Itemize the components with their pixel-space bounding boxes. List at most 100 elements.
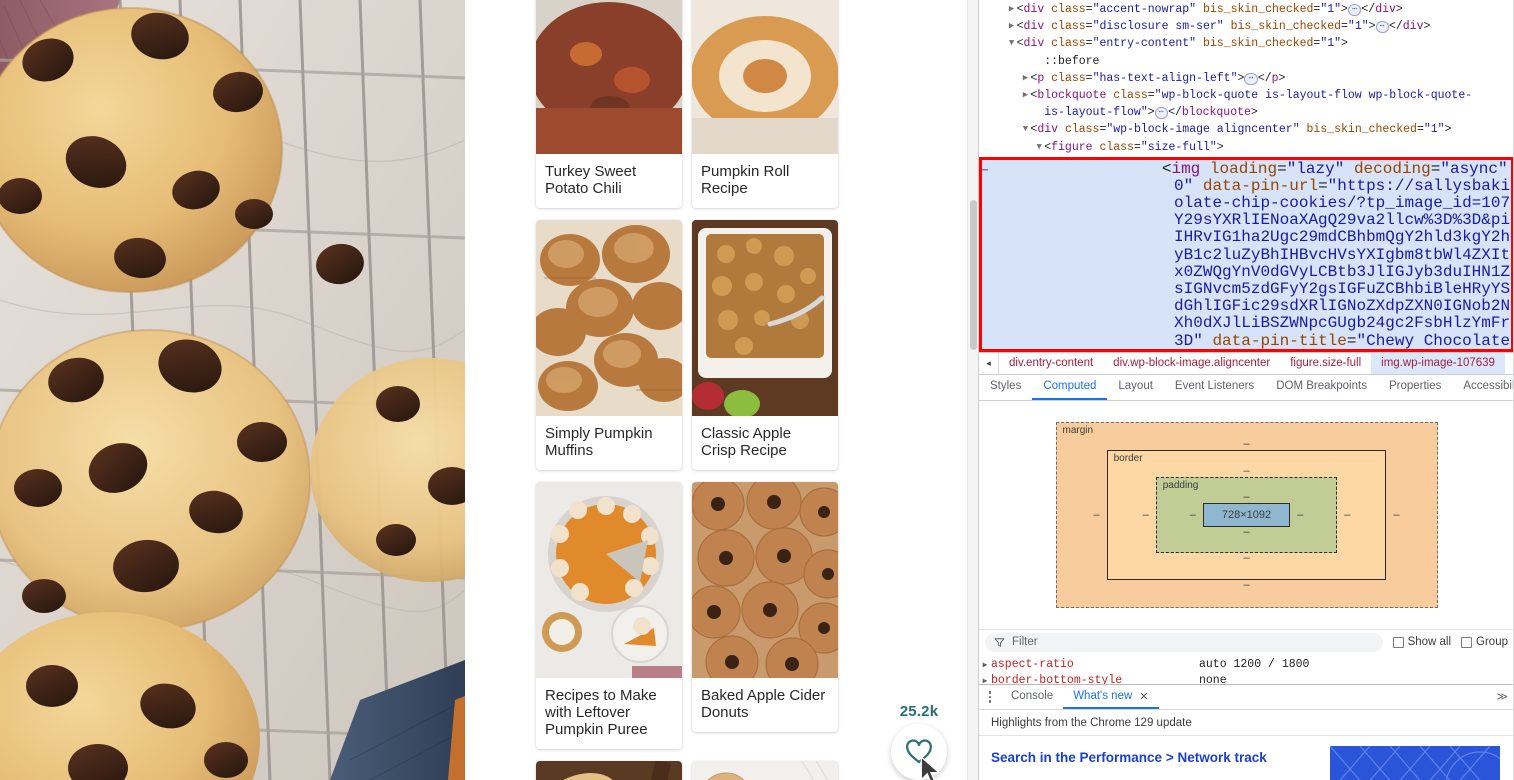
breadcrumb-scroll-left-button[interactable]: ◂ [979,352,999,374]
pin-card-image[interactable] [536,482,682,678]
dom-tree-row[interactable]: ::before [979,53,1514,70]
dom-tree-row[interactable]: <blockquote class="wp-block-quote is-lay… [979,87,1514,104]
breadcrumb-item[interactable]: img.wp-image-107639 [1371,352,1505,374]
pin-card-image[interactable] [536,761,682,780]
pin-card-image[interactable] [692,761,838,780]
pin-card[interactable]: Simply Pumpkin Muffins [536,220,682,470]
dom-tree-row[interactable]: <p class="has-text-align-left">⋯</p> [979,70,1514,87]
margin-bottom-value[interactable]: – [1087,579,1407,591]
selected-node-line[interactable]: IHRvIG1ha2Ugc29mdCBhbmQgY2hld3kgY2hvY29s… [982,228,1511,245]
close-icon[interactable]: ✕ [1139,690,1148,703]
tab-styles[interactable]: Styles [979,375,1032,400]
selected-node-line[interactable]: 0" data-pin-url="https://sallysbakingadd… [982,177,1511,194]
box-model-padding[interactable]: padding – – 728×1092 – – [1155,476,1338,553]
show-all-checkbox[interactable]: Show all [1392,636,1451,648]
dom-tree-row[interactable]: <div class="accent-nowrap" bis_skin_chec… [979,1,1514,18]
tab-properties[interactable]: Properties [1378,375,1452,400]
computed-properties-list[interactable]: ▶ aspect-ratio auto 1200 / 1800 ▶ border-bot… [979,655,1514,684]
tab-layout[interactable]: Layout [1107,375,1164,400]
dom-tree-row[interactable]: <div class="wp-block-image aligncenter" … [979,121,1514,138]
padding-bottom-value[interactable]: – [1183,526,1311,538]
box-model-margin[interactable]: margin – – border – – padding – – 728×10… [1055,421,1438,608]
scrollbar-thumb[interactable] [970,200,977,350]
disclosure-triangle-icon[interactable] [1007,35,1017,52]
more-tools-icon[interactable] [979,685,1001,709]
dom-tree[interactable]: <div class="accent-nowrap" bis_skin_chec… [979,0,1514,156]
selected-node-line[interactable]: x0ZWQgYnV0dGVyLCBtb3JlIGJyb3duIHN1Z2FyIH… [982,263,1511,280]
sidebar-tabs[interactable]: Styles Computed Layout Event Listeners DOM B… [979,374,1514,401]
drawer-tabs[interactable]: Console What's new ✕ ≫ [979,685,1514,710]
breadcrumb-item[interactable]: div.entry-content [999,353,1103,374]
disclosure-triangle-icon[interactable] [1007,18,1017,35]
drawer-overflow-icon[interactable]: ≫ [1496,690,1508,703]
box-model-content-size[interactable]: 728×1092 [1202,502,1291,527]
selected-node-line[interactable]: olate-chip-cookies/?tp_image_id=107639&p… [982,194,1511,211]
selected-node-line[interactable]: dGhlIGFic29sdXRlIGNoZXdpZXN0IGNob2NvbGF0… [982,297,1511,314]
property-expand-icon[interactable]: ▶ [979,674,991,684]
tab-dom-breakpoints[interactable]: DOM Breakpoints [1265,375,1378,400]
breadcrumb-item[interactable]: div.wp-block-image.aligncenter [1103,353,1280,374]
selected-node-line[interactable]: Xh0dXJlLiBSZWNpcGUgb24gc2FsbHlzYmFraW5nY… [982,314,1511,331]
breadcrumb[interactable]: ◂ div.entry-content div.wp-block-image.al… [979,351,1514,375]
property-expand-icon[interactable]: ▶ [979,658,991,674]
selected-node-line[interactable]: 3D" data-pin-title="Chewy Chocolate Chip… [982,332,1511,349]
box-model-border[interactable]: border – – padding – – 728×1092 – – – – [1106,449,1387,580]
pin-card[interactable]: Pumpkin Roll Recipe [692,0,838,208]
drawer-tab-what-s-new[interactable]: What's new ✕ [1063,685,1159,709]
drawer-tab-console[interactable]: Console [1001,685,1063,709]
padding-right-value[interactable]: – [1290,509,1310,521]
border-right-value[interactable]: – [1337,509,1357,521]
group-checkbox[interactable]: Group [1461,636,1508,648]
breadcrumb-item[interactable]: figure.size-full [1280,353,1371,374]
disclosure-triangle-icon[interactable] [1020,70,1030,87]
padding-left-value[interactable]: – [1183,509,1203,521]
selected-node-line[interactable]: Y29sYXRlIENoaXAgQ29va2llcw%3D%3D&pin_des… [982,211,1511,228]
selected-dom-node[interactable]: ⋯ <img loading="lazy" decoding="async" w… [979,156,1514,352]
dom-tree-row[interactable]: is-layout-flow"> ⋯ </blockquote> [979,104,1514,121]
heart-button[interactable] [891,724,947,780]
tab-computed[interactable]: Computed [1032,375,1108,400]
tab-accessibility[interactable]: Accessibility [1452,375,1514,400]
selected-node-line[interactable]: yB1c2luZyBhIHBvcHVsYXIgbm8tbWl4ZXItcmVxd… [982,246,1511,263]
dom-tree-row[interactable]: <figure class="size-full"> [979,139,1514,156]
pin-card-image[interactable] [536,220,682,416]
mouse-cursor-icon [920,756,941,780]
dom-tree-row[interactable]: <div class="entry-content" bis_skin_chec… [979,35,1514,52]
pin-card-image[interactable] [536,0,682,154]
disclosure-triangle-icon[interactable] [1007,1,1017,18]
pin-card[interactable]: Recipes to Make with Leftover Pumpkin Pu… [536,482,682,749]
pin-card[interactable]: Classic Apple Crisp Recipe [692,220,838,470]
pin-card-image[interactable] [692,220,838,416]
computed-property-row[interactable]: ▶ border-bottom-style none [979,673,1514,684]
pin-card-image[interactable] [692,482,838,678]
pin-card[interactable] [536,761,682,780]
computed-property-row[interactable]: ▶ aspect-ratio auto 1200 / 1800 [979,657,1514,673]
disclosure-triangle-icon[interactable] [1020,121,1030,138]
margin-top-value[interactable]: – [1087,438,1407,450]
pin-card[interactable]: Turkey Sweet Potato Chili [536,0,682,208]
save-widget: 25.2k [888,703,950,780]
disclosure-triangle-icon[interactable] [1034,139,1044,156]
show-all-checkbox-box[interactable] [1392,636,1404,648]
tab-event-listeners[interactable]: Event Listeners [1164,375,1265,400]
pin-card[interactable]: Baked Apple Cider Donuts [692,482,838,732]
pin-card-image[interactable] [692,0,838,154]
pin-card-title: Pumpkin Roll Recipe [701,163,790,197]
margin-left-value[interactable]: – [1087,509,1107,521]
filter-input[interactable]: Filter [985,632,1383,652]
selected-node-line[interactable]: ⋯ <img loading="lazy" decoding="async" w… [982,160,1511,177]
pins-scrollbar[interactable] [967,0,978,780]
border-bottom-value[interactable]: – [1136,552,1358,564]
padding-top-value[interactable]: – [1183,491,1311,503]
border-left-value[interactable]: – [1136,509,1156,521]
whats-new-article-thumbnail[interactable] [1330,746,1500,780]
group-checkbox-box[interactable] [1461,636,1473,648]
disclosure-triangle-icon[interactable] [1020,87,1030,104]
border-top-value[interactable]: – [1136,465,1358,477]
box-model-margin-label: margin [1062,424,1094,436]
margin-right-value[interactable]: – [1386,509,1406,521]
dom-tree-row[interactable]: <div class="disclosure sm-ser" bis_skin_… [979,18,1514,35]
selected-node-line[interactable]: sIGNvcm5zdGFyY2gsIGFuZCBhbiBleHRyYSB1Z2c… [982,280,1511,297]
pin-card[interactable] [692,761,838,780]
box-model-diagram[interactable]: margin – – border – – padding – – 728×10… [1055,421,1438,608]
